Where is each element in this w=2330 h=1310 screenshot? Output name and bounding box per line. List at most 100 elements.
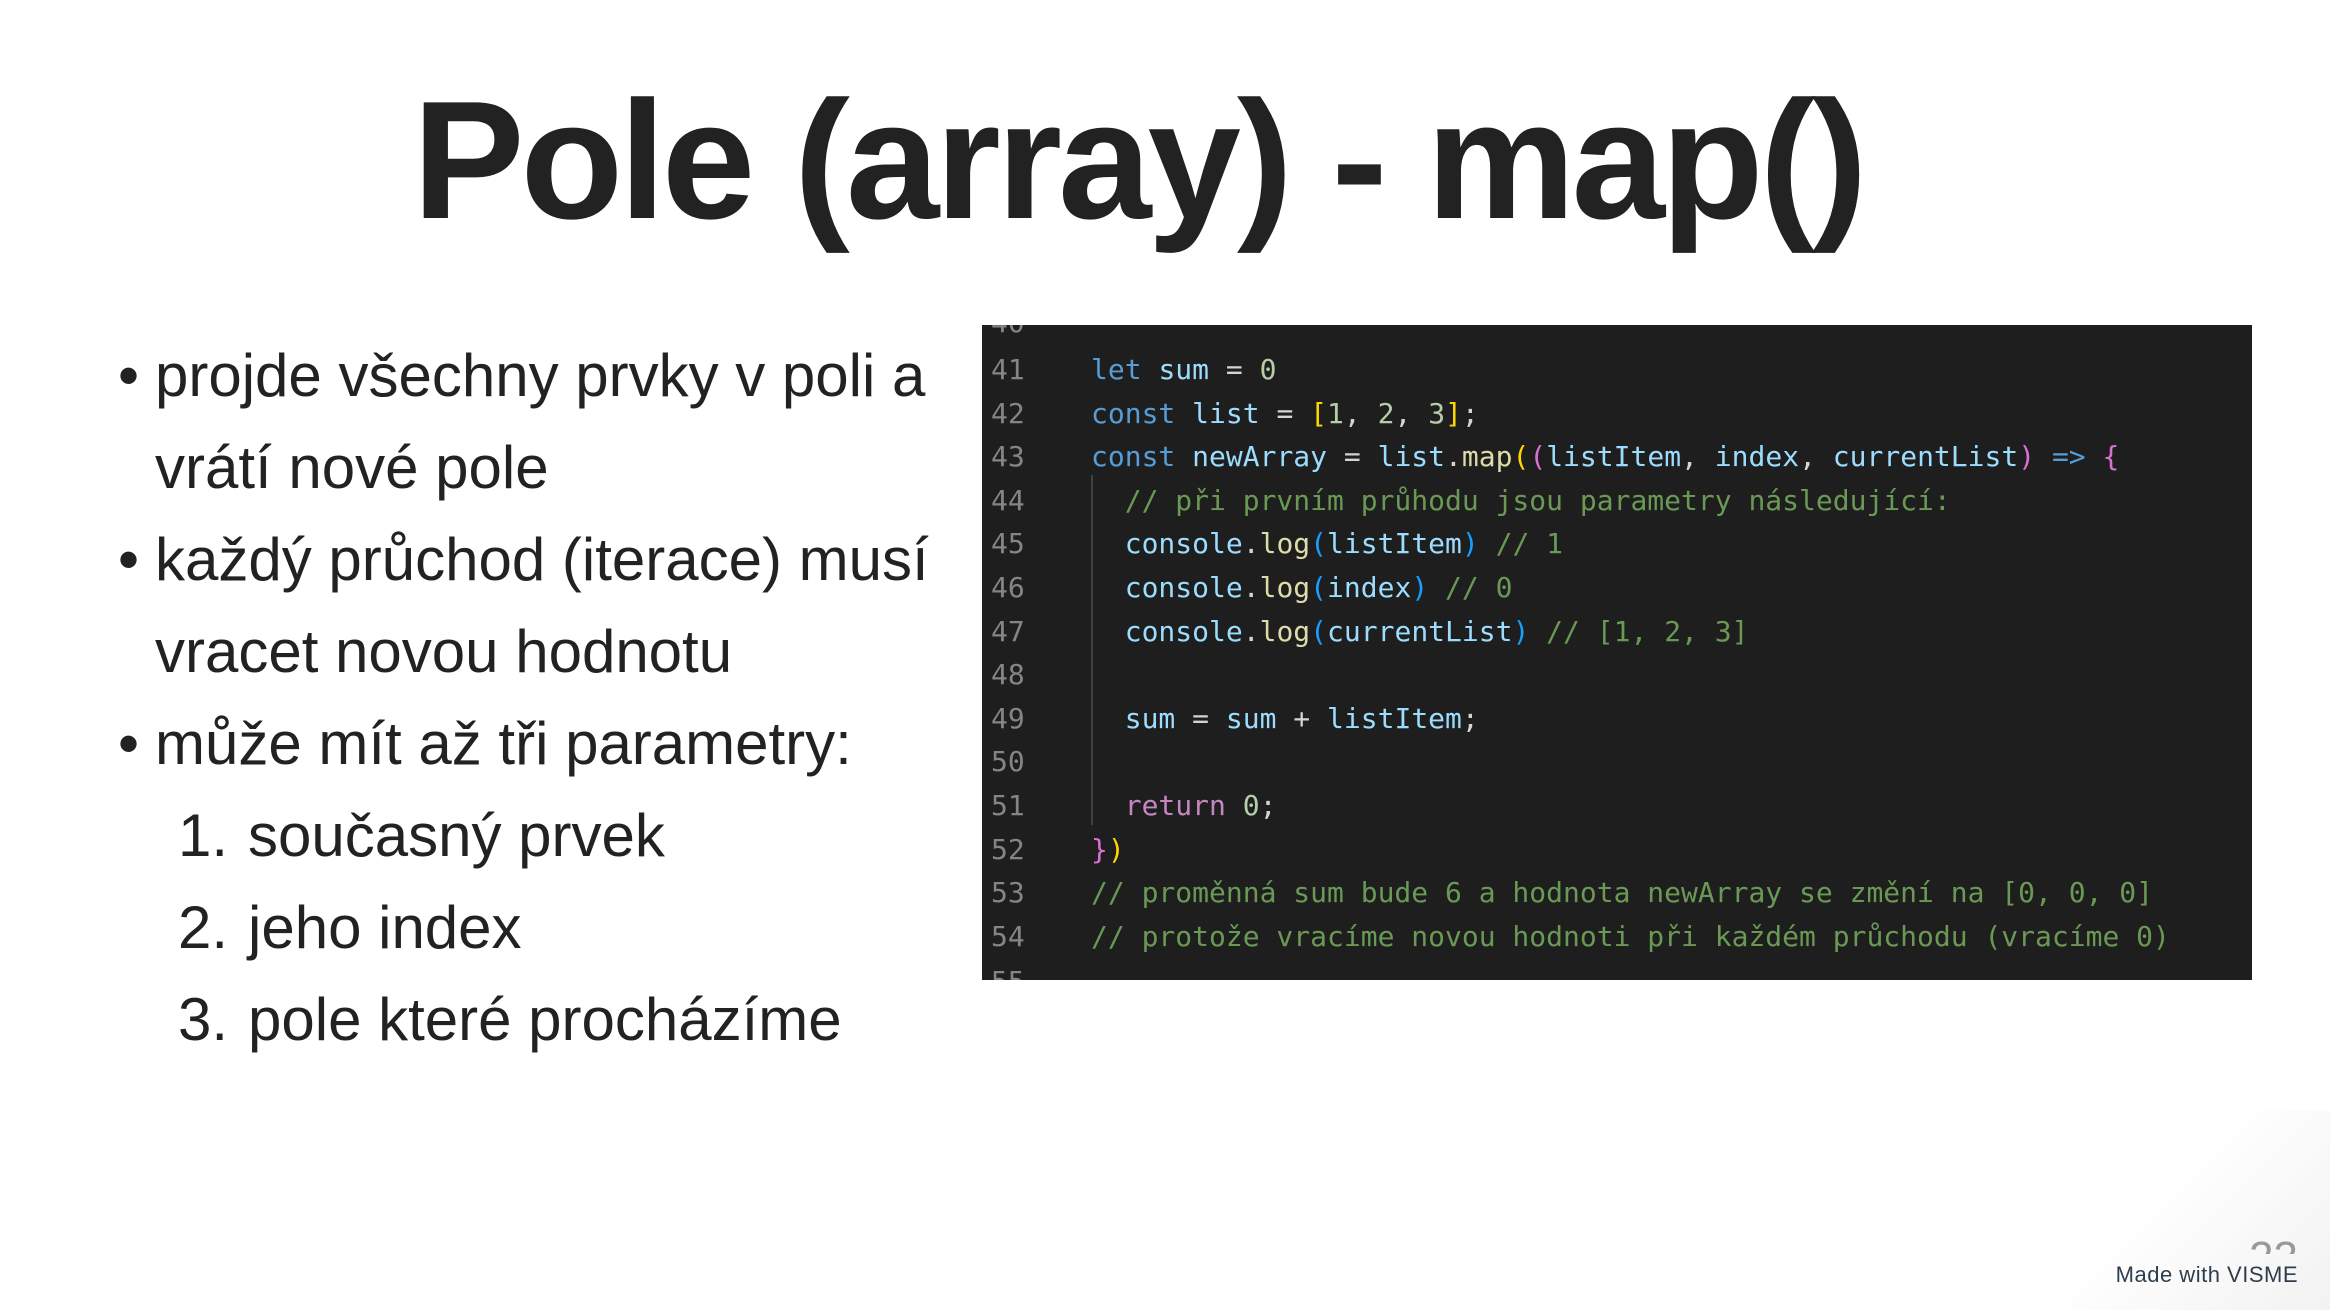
code-token: . (1445, 440, 1462, 474)
numbered-list: 1. současný prvek 2. jeho index 3. pole kte… (118, 790, 929, 1066)
code-token: = (1209, 353, 1260, 386)
line-number: 53 (991, 876, 1025, 910)
code-line: 47 console.log(currentList) // [1, 2, 3] (982, 610, 1748, 654)
code-token: + (1276, 701, 1328, 735)
code-line: 42 const list = [1, 2, 3]; (982, 392, 1479, 436)
code-token: sum (1124, 701, 1176, 735)
code-token: 0 (1259, 353, 1277, 386)
code-token: index (1327, 571, 1412, 604)
line-number: 49 (991, 701, 1025, 735)
line-number: 48 (991, 658, 1025, 692)
code-token: listItem (1327, 701, 1462, 735)
code-token: log (1259, 527, 1311, 561)
bullet-dot: • (118, 710, 140, 777)
line-number: 55 (982, 960, 1063, 980)
code-line: 54 // protože vracíme novou hodnoti při k… (982, 915, 2170, 959)
code-line-partial: 40 (982, 325, 1063, 345)
code-token: { (2102, 440, 2120, 474)
line-number: 47 (991, 614, 1025, 648)
code-token: index (1714, 440, 1800, 474)
code-token: newArray (1192, 440, 1328, 474)
code-token: listItem (1546, 440, 1682, 474)
code-token: sum (1158, 353, 1210, 386)
code-text: console.log(index) // 0 (1063, 566, 1513, 610)
code-token: console (1124, 571, 1243, 604)
code-line: 41 let sum = 0 (982, 348, 1276, 392)
bullet-dot: • (118, 526, 140, 593)
bullet-text: každý průchod (iterace) musí (155, 526, 929, 593)
code-token: console (1124, 527, 1243, 561)
code-text: // proměnná sum bude 6 a hodnota newArra… (1063, 871, 2153, 915)
code-token: ( (1529, 440, 1547, 474)
line-number: 46 (991, 571, 1025, 604)
code-token: 2 (1377, 396, 1395, 430)
code-token: => (2051, 440, 2086, 474)
code-token: } (1091, 832, 1108, 866)
code-token: let (1091, 353, 1142, 386)
code-token: // protože vracíme novou hodnoti při kaž… (1091, 919, 2170, 953)
item-number: 1. (178, 802, 229, 869)
line-number: 51 (991, 789, 1025, 822)
code-token: currentList (1832, 440, 2019, 474)
code-token: 1 (1327, 396, 1344, 430)
code-token: ( (1512, 440, 1530, 474)
code-text: const newArray = list.map((listItem, ind… (1063, 435, 2119, 479)
code-token: map (1461, 440, 1513, 474)
code-screenshot: 40 55 41 let sum = 0 42 const list = [1, 2,… (982, 325, 2252, 980)
numbered-item: 1. současný prvek (178, 790, 929, 882)
code-token: = (1259, 396, 1311, 430)
bullet-dot: • (118, 342, 140, 409)
code-text: // při prvním průhodu jsou parametry nás… (1063, 479, 1951, 523)
code-line: 52}) (982, 828, 1125, 872)
code-token: . (1242, 527, 1260, 561)
bullet-text: může mít až tři parametry: (155, 710, 852, 777)
made-with-visme: Made with VISME (2115, 1262, 2298, 1287)
numbered-item: 3. pole které procházíme (178, 974, 929, 1066)
code-token: ( (1310, 571, 1328, 604)
line-number: 40 (982, 325, 1063, 345)
indent-guide (1091, 475, 1093, 825)
code-text: return 0; (1063, 784, 1277, 828)
bullet-item: • projde všechny prvky v poli a vrátí nové… (118, 330, 929, 514)
bullet-text: vrátí nové pole (155, 434, 549, 501)
code-token: currentList (1327, 614, 1513, 648)
code-text: let sum = 0 (1063, 348, 1276, 392)
code-token: , (1394, 396, 1429, 430)
code-token: sum (1225, 701, 1277, 735)
code-text: const list = [1, 2, 3]; (1063, 392, 1479, 436)
bullet-item: • může mít až tři parametry: (118, 698, 929, 790)
code-token: // proměnná sum bude 6 a hodnota newArra… (1091, 876, 2154, 910)
item-number: 3. (178, 986, 229, 1053)
item-text: jeho index (248, 894, 522, 961)
line-number: 44 (991, 483, 1025, 517)
line-number: 50 (991, 745, 1025, 779)
code-token: = (1327, 440, 1378, 474)
code-line: 51 return 0; (982, 784, 1276, 828)
code-token: log (1259, 614, 1311, 648)
code-token: ) (1107, 832, 1125, 866)
code-token: = (1175, 701, 1226, 735)
bullet-text: vracet novou hodnotu (155, 618, 733, 685)
bullet-item: • každý průchod (iterace) musí vracet novo… (118, 514, 929, 698)
code-token: [ (1310, 396, 1328, 430)
item-text: současný prvek (248, 802, 665, 869)
code-text: // protože vracíme novou hodnoti při kaž… (1063, 915, 2170, 959)
code-token: 3 (1428, 396, 1446, 430)
page-number: 23 (2249, 1228, 2298, 1254)
code-line: 43 const newArray = list.map((listItem, i… (982, 435, 2119, 479)
code-token: 0 (1242, 789, 1260, 822)
code-token: ) (1461, 527, 1479, 561)
code-token: console (1124, 614, 1243, 648)
code-line: 45 console.log(listItem) // 1 (982, 522, 1563, 566)
code-token: // při prvním průhodu jsou parametry nás… (1091, 483, 1951, 517)
code-token: , (1343, 396, 1378, 430)
code-token: log (1259, 571, 1311, 604)
